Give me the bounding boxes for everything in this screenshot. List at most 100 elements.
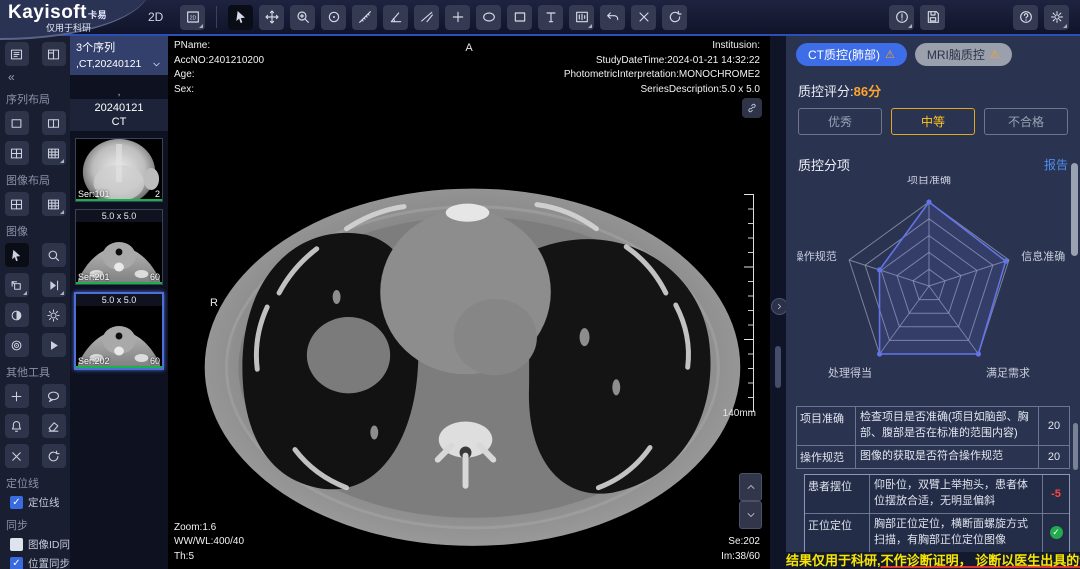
brightness-button[interactable]: [42, 303, 66, 327]
grade-button-优秀[interactable]: 优秀: [798, 108, 882, 135]
checkbox-位置同步[interactable]: 位置同步: [10, 556, 70, 569]
rotate-button[interactable]: [5, 273, 29, 297]
undo-button[interactable]: [600, 5, 625, 30]
checkbox-定位线[interactable]: 定位线: [10, 495, 70, 510]
study-select[interactable]: ,CT,20240121: [76, 58, 162, 70]
study-label: 20240121 CT: [70, 99, 168, 131]
checkbox-icon[interactable]: [10, 496, 23, 509]
checkbox-图像ID同步[interactable]: 图像ID同步: [10, 537, 70, 552]
series-count: 3个序列: [76, 39, 162, 55]
angle-button[interactable]: [383, 5, 408, 30]
gear-button[interactable]: [1044, 5, 1069, 30]
panel-flip-button[interactable]: [42, 42, 66, 66]
table-cell-desc: 检查项目是否准确(项目如脑部、胸部、腹部是否在标准的范围内容): [856, 407, 1038, 445]
layout-2x2-button[interactable]: [5, 192, 29, 216]
qc-panel-scrollbar[interactable]: [1071, 163, 1078, 256]
pan-button[interactable]: [259, 5, 284, 30]
viewport-scrollbar[interactable]: [775, 346, 781, 388]
qc-tab-MRI脑质控[interactable]: MRI脑质控⚠: [915, 43, 1012, 66]
overlay-line: WW/WL:400/40: [174, 535, 244, 550]
overlay-line: AccNO:2401210200: [174, 54, 264, 69]
invert-button[interactable]: [5, 303, 29, 327]
panel-list-button[interactable]: [5, 42, 29, 66]
layout-grid-button[interactable]: [42, 141, 66, 165]
wl-preset-button[interactable]: [569, 5, 594, 30]
grade-button-中等[interactable]: 中等: [891, 108, 975, 135]
logo-subtitle: 仅用于科研: [46, 21, 91, 34]
layout-2x2-button[interactable]: [5, 141, 29, 165]
help-button[interactable]: [1013, 5, 1038, 30]
brightness-icon: [46, 308, 61, 323]
length-button[interactable]: [352, 5, 377, 30]
layout-1x2-button[interactable]: [42, 111, 66, 135]
delete-button[interactable]: [5, 444, 29, 468]
sidebar-icon-grid: [0, 243, 70, 357]
overlay-series-position: Se:202Im:38/60: [721, 535, 760, 564]
layout-2x2-icon: [9, 197, 24, 212]
cursor-button[interactable]: [5, 243, 29, 267]
next-image-button[interactable]: [739, 501, 762, 529]
chevron-right-icon: [775, 302, 784, 311]
zoom-in-button[interactable]: [290, 5, 315, 30]
reset-button[interactable]: [662, 5, 687, 30]
rect-button[interactable]: [507, 5, 532, 30]
qc-table-scrollbar[interactable]: [1073, 423, 1078, 470]
chevron-down-icon: [745, 509, 757, 521]
cine-play-button[interactable]: [42, 273, 66, 297]
play-button[interactable]: [42, 333, 66, 357]
cobb-angle-button[interactable]: [414, 5, 439, 30]
series-thumbnail-Ser-202[interactable]: 5.0 x 5.0Ser:20260: [74, 292, 164, 370]
series-thumbnail-Ser-201[interactable]: 5.0 x 5.0Ser:20160: [75, 209, 163, 285]
dropdown-corner-mark: [60, 210, 64, 214]
layout-2d-button[interactable]: 2D: [180, 5, 205, 30]
magnify-icon: [46, 248, 61, 263]
qc-tab-label: MRI脑质控: [927, 46, 985, 63]
previous-image-button[interactable]: [739, 473, 762, 501]
info-button[interactable]: [889, 5, 914, 30]
link-sync-button[interactable]: [742, 98, 762, 118]
layout-grid-button[interactable]: [42, 192, 66, 216]
zoom-in-icon: [295, 9, 311, 25]
comment-icon: [46, 389, 61, 404]
save-icon: [925, 9, 941, 25]
mode-label: 2D: [148, 10, 163, 24]
comment-button[interactable]: [42, 384, 66, 408]
qc-tab-CT质控(肺部)[interactable]: CT质控(肺部)⚠: [796, 43, 907, 66]
bell-button[interactable]: [5, 414, 29, 438]
thumbnail-series-description: 5.0 x 5.0: [76, 294, 162, 306]
image-viewport[interactable]: PName:AccNO:2401210200Age:Sex: Institusi…: [168, 36, 770, 569]
cobb-angle-icon: [419, 9, 435, 25]
probe-button[interactable]: [321, 5, 346, 30]
ellipse-button[interactable]: [476, 5, 501, 30]
study-select-value: ,CT,20240121: [76, 58, 141, 70]
patient-name-label: ,: [70, 89, 168, 97]
cross-button[interactable]: [5, 384, 29, 408]
magnify-button[interactable]: [42, 243, 66, 267]
checkbox-icon[interactable]: [10, 538, 23, 551]
checkbox-icon[interactable]: [10, 557, 23, 569]
grade-button-不合格[interactable]: 不合格: [984, 108, 1068, 135]
overlay-image-params: Zoom:1.6WW/WL:400/40Th:5: [174, 521, 244, 565]
target-button[interactable]: [5, 333, 29, 357]
overlay-patient-info: PName:AccNO:2401210200Age:Sex:: [174, 39, 264, 97]
layout-1x1-button[interactable]: [5, 111, 29, 135]
sidebar-icon-grid: [0, 192, 70, 216]
reset-button[interactable]: [42, 444, 66, 468]
ellipse-icon: [481, 9, 497, 25]
cross-button[interactable]: [445, 5, 470, 30]
report-link[interactable]: 报告: [1044, 156, 1068, 173]
cross-icon: [450, 9, 466, 25]
cursor-button[interactable]: [228, 5, 253, 30]
series-thumbnail-Ser-101[interactable]: Ser:1012: [75, 138, 163, 202]
dropdown-corner-mark: [588, 24, 592, 28]
radar-chart-svg: 项目准确信息准确满足需求处理得当操作规范: [797, 176, 1069, 404]
save-button[interactable]: [920, 5, 945, 30]
eraser-button[interactable]: [42, 414, 66, 438]
delete-button[interactable]: [631, 5, 656, 30]
sidebar-icon-grid: [0, 384, 70, 468]
collapse-sidebar-button[interactable]: «: [8, 70, 70, 84]
rect-icon: [512, 9, 528, 25]
text-button[interactable]: [538, 5, 563, 30]
panel-divider-strip: [770, 36, 786, 569]
invert-icon: [9, 308, 24, 323]
